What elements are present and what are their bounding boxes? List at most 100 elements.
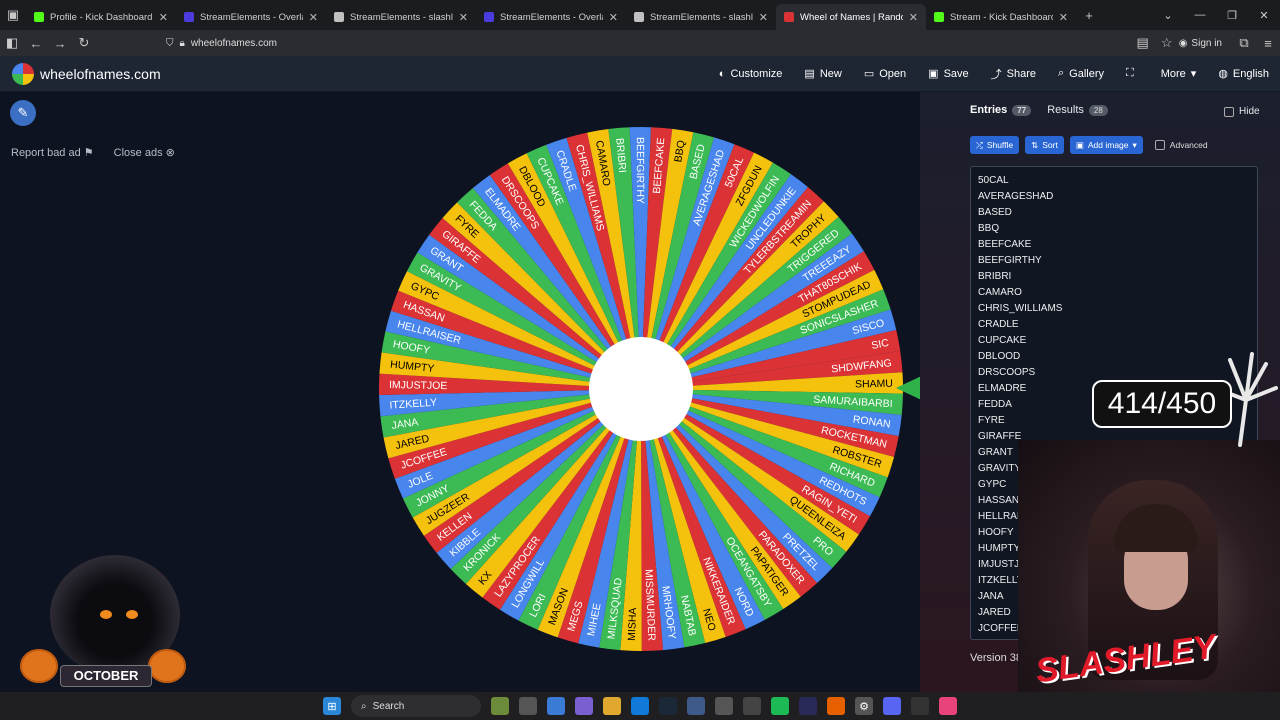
wheel[interactable]: SHDWFANG SHAMU SAMURAIBARBI RONAN ROCKETMAN R…	[378, 126, 904, 652]
menu-item-new[interactable]: ▤ New	[793, 67, 852, 81]
tab-title: Wheel of Names | Random	[800, 11, 903, 23]
logo-wheel-icon	[12, 62, 34, 85]
tab-entries[interactable]: Entries 77	[970, 104, 1032, 116]
site-header: wheelofnames.com ◐ Customize ▤ New ▭ Open ▣ Sav…	[0, 56, 1280, 92]
restore-button[interactable]: ❐	[1216, 9, 1248, 22]
edge-icon[interactable]	[631, 697, 649, 715]
tab-close-icon[interactable]: ✕	[459, 11, 468, 24]
copilot-icon[interactable]	[547, 697, 565, 715]
browser-tab[interactable]: Profile - Kick Dashboard ✕	[26, 4, 176, 30]
taskbar-search[interactable]: ⌕ Search	[351, 695, 481, 717]
browser-tab[interactable]: StreamElements - Overlays ✕	[176, 4, 326, 30]
reload-button[interactable]: ↻	[72, 35, 96, 51]
close-window-button[interactable]: ✕	[1248, 9, 1280, 22]
menu-item-more[interactable]: More ▾	[1150, 67, 1208, 81]
menu-icon[interactable]: ≡	[1256, 36, 1280, 51]
app-icon-1[interactable]	[687, 697, 705, 715]
settings-icon[interactable]: ⚙	[855, 697, 873, 715]
task-view-icon[interactable]	[519, 697, 537, 715]
entry-line: 50CAL	[978, 175, 1009, 186]
hide-checkbox[interactable]	[1224, 106, 1234, 117]
tab-close-icon[interactable]: ✕	[1059, 11, 1068, 24]
report-bad-ad-link[interactable]: Report bad ad ⚑	[11, 146, 94, 159]
menu-item-share[interactable]: ⤴ Share	[980, 66, 1047, 82]
url-field[interactable]: ⛉ 🔒︎ wheelofnames.com	[166, 38, 1131, 49]
site-logo[interactable]: wheelofnames.com	[12, 62, 161, 85]
version-label: Version 38	[970, 652, 1022, 664]
discord-icon[interactable]	[883, 697, 901, 715]
browser-tab[interactable]: Wheel of Names | Random ✕	[776, 4, 926, 30]
add-image-button[interactable]: ▣ Add image ▾	[1069, 136, 1143, 154]
menu-item-open[interactable]: ▭ Open	[853, 67, 917, 81]
app-icon-4[interactable]	[799, 697, 817, 715]
menu-item-save[interactable]: ▣ Save	[917, 67, 979, 81]
tab-close-icon[interactable]: ✕	[159, 11, 168, 24]
palette-icon: ◐	[718, 67, 726, 80]
address-bar: ◧ ← → ↻ ⛉ 🔒︎ wheelofnames.com ▤ ☆ ◉ Sign…	[0, 30, 1280, 56]
hide-toggle[interactable]: Hide	[1224, 106, 1260, 117]
app-icon-3[interactable]	[743, 697, 761, 715]
app-icon-2[interactable]	[715, 697, 733, 715]
sort-button[interactable]: ⇅ Sort	[1025, 136, 1064, 154]
close-ads-link[interactable]: Close ads ⊗	[114, 146, 175, 159]
reader-icon[interactable]: ▤	[1131, 35, 1155, 51]
tab-results[interactable]: Results 28	[1047, 104, 1108, 116]
url-text: wheelofnames.com	[190, 37, 277, 49]
tab-title: StreamElements - slashley	[350, 11, 453, 23]
sign-in-button[interactable]: ◉ Sign in	[1179, 38, 1222, 49]
tab-close-icon[interactable]: ✕	[759, 11, 768, 24]
forward-button[interactable]: →	[48, 36, 72, 51]
teams-icon[interactable]	[575, 697, 593, 715]
browser-tab-bar: ▣ Profile - Kick Dashboard ✕ StreamElement…	[0, 0, 1280, 30]
firefox-icon[interactable]	[827, 697, 845, 715]
file-explorer-icon[interactable]	[603, 697, 621, 715]
entry-line: BEEFGIRTHY	[978, 255, 1042, 266]
menu-item-fullscreen[interactable]: ⛶	[1115, 67, 1150, 80]
shield-icon: ⛉	[166, 37, 174, 49]
widgets-icon[interactable]	[491, 697, 509, 715]
tab-close-icon[interactable]: ✕	[309, 11, 318, 24]
app-icon-5[interactable]	[939, 697, 957, 715]
wheel-slice-label: IMJUSTJOE	[389, 379, 448, 392]
tab-title: StreamElements - Overlays	[200, 11, 303, 23]
tab-close-icon[interactable]: ✕	[909, 11, 918, 24]
tab-favicon-icon	[784, 12, 794, 22]
start-button[interactable]: ⊞	[323, 697, 341, 715]
results-count-badge: 28	[1088, 104, 1108, 116]
sidebar-icon[interactable]: ◧	[0, 35, 24, 51]
tab-actions-icon[interactable]: ▣	[0, 0, 26, 30]
shuffle-button[interactable]: ⤮ Shuffle	[970, 136, 1020, 154]
new-tab-button[interactable]: +	[1076, 0, 1102, 30]
advanced-toggle[interactable]: Advanced	[1154, 140, 1208, 150]
edit-pencil-button[interactable]: ✎	[10, 100, 36, 126]
tab-close-icon[interactable]: ✕	[609, 11, 618, 24]
chevron-down-icon: ▾	[1190, 68, 1197, 80]
bookmark-star-icon[interactable]: ☆	[1155, 35, 1179, 51]
menu-item-english[interactable]: ◍ English	[1207, 67, 1280, 81]
pumpkin-left-icon	[20, 649, 58, 683]
tab-search-icon[interactable]: ⌄	[1152, 9, 1184, 22]
wheel-svg[interactable]: SHDWFANGSHAMUSAMURAIBARBIRONANROCKETMANR…	[378, 126, 904, 652]
shuffle-icon: ⤮	[976, 139, 983, 150]
menu-item-gallery[interactable]: ⌕ Gallery	[1047, 67, 1115, 80]
wheel-center-hub[interactable]	[589, 337, 693, 441]
entry-line: CHRIS_WILLIAMS	[978, 303, 1063, 314]
tab-favicon-icon	[934, 12, 944, 22]
browser-tab[interactable]: Stream - Kick Dashboard ✕	[926, 4, 1076, 30]
image-icon: ▣	[1075, 139, 1084, 150]
browser-tab[interactable]: StreamElements - Overlays ✕	[476, 4, 626, 30]
extensions-icon[interactable]: ⧉	[1232, 35, 1256, 51]
entry-line: BRIBRI	[978, 271, 1012, 282]
entry-line: CAMARO	[978, 287, 1022, 298]
steam-icon[interactable]	[659, 697, 677, 715]
browser-tab[interactable]: StreamElements - slashley ✕	[326, 4, 476, 30]
spotify-icon[interactable]	[771, 697, 789, 715]
windows-taskbar: ⊞ ⌕ Search ⚙	[0, 692, 1280, 720]
menu-item-customize[interactable]: ◐ Customize	[708, 68, 794, 80]
account-icon: ◉	[1178, 37, 1188, 49]
back-button[interactable]: ←	[24, 36, 48, 51]
fullscreen-icon: ⛶	[1126, 67, 1134, 79]
minimize-button[interactable]: —	[1184, 9, 1216, 22]
obs-icon[interactable]	[911, 697, 929, 715]
browser-tab[interactable]: StreamElements - slashley ✕	[626, 4, 776, 30]
